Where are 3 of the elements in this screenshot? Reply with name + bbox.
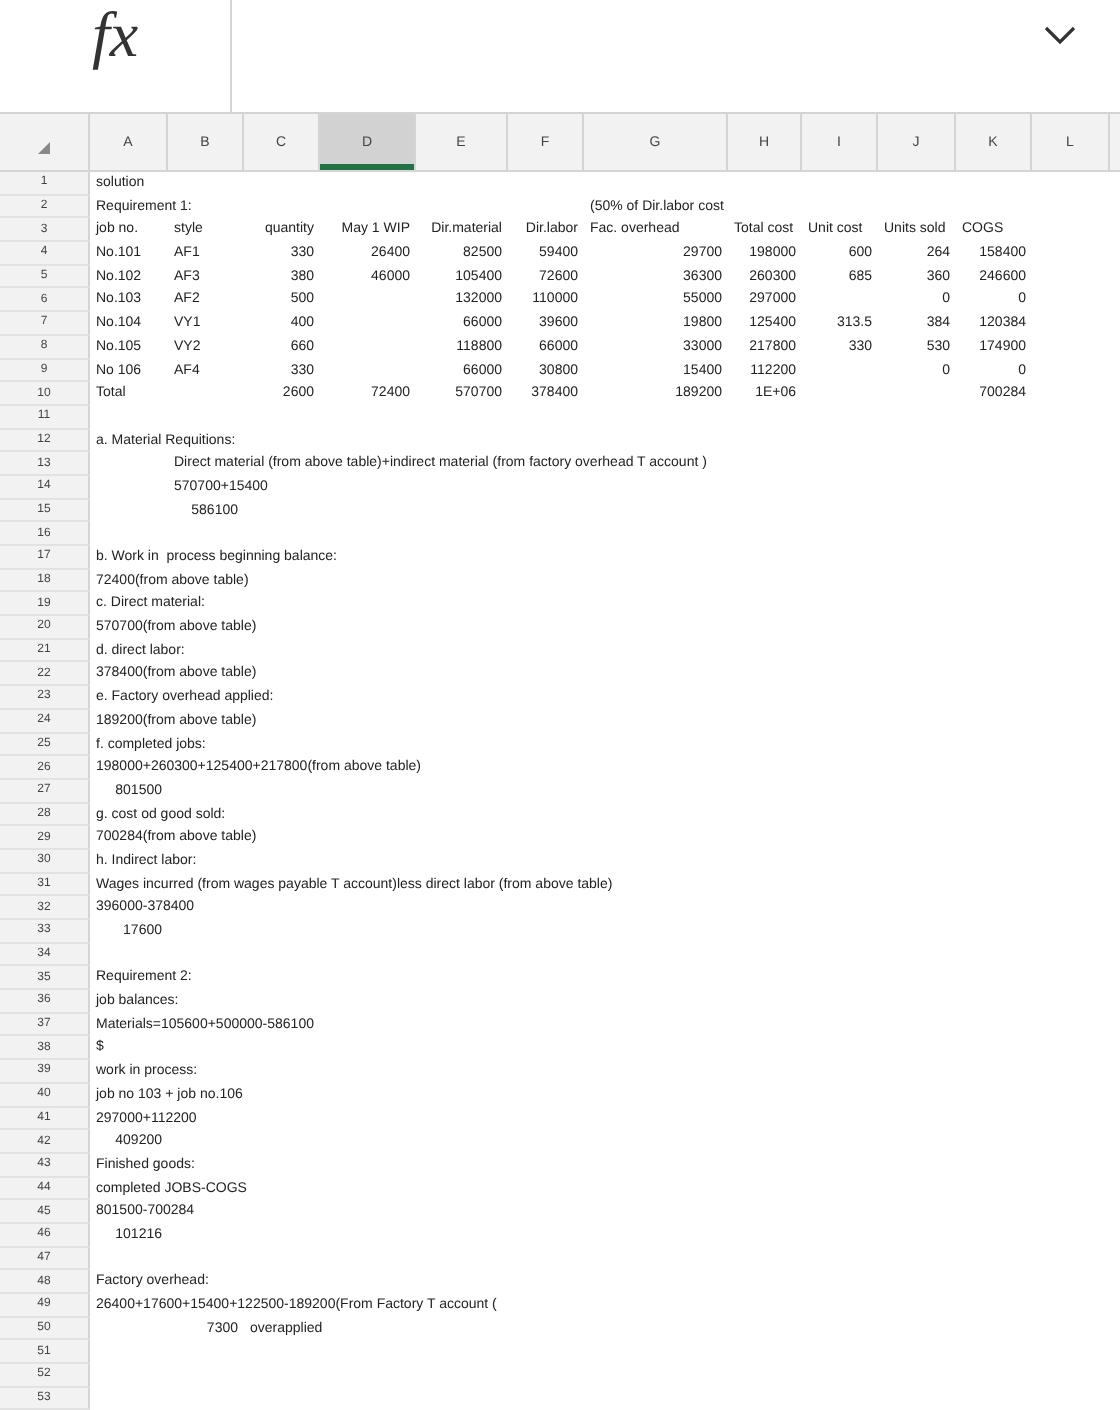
function-label[interactable]: fx bbox=[91, 0, 139, 71]
chevron-down-icon[interactable] bbox=[1044, 26, 1076, 46]
select-all-icon[interactable] bbox=[38, 142, 50, 154]
